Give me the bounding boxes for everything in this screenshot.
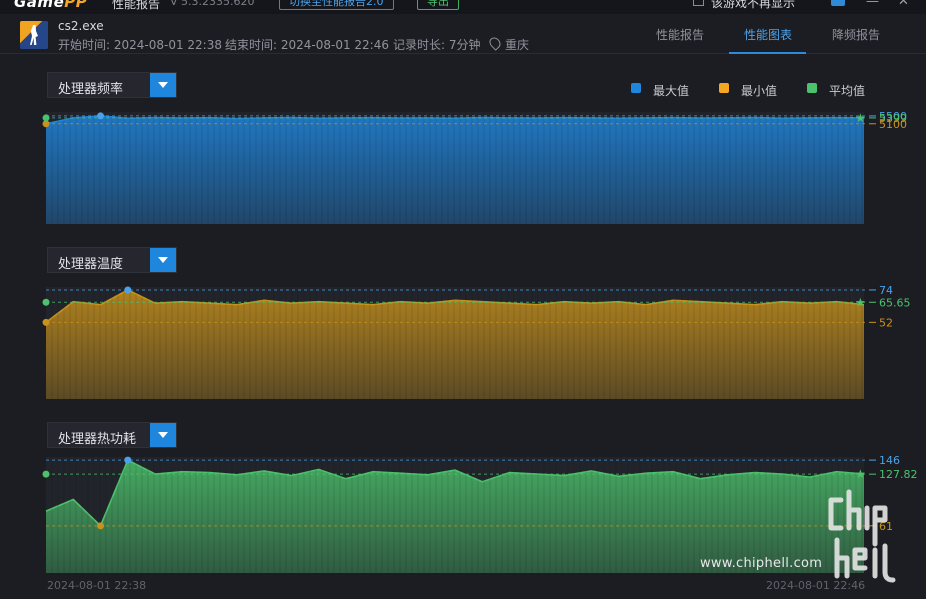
- watermark-text: www.chiphell.com: [700, 556, 823, 571]
- min-value-label: 52: [879, 316, 893, 329]
- min-value-label: 5100: [879, 118, 907, 131]
- charts-canvas: ★ 550053995100★7465.6552★146127.8261: [42, 110, 918, 573]
- avg-marker: [42, 470, 50, 478]
- min-marker: [97, 522, 105, 530]
- max-marker: [97, 112, 105, 120]
- series-area: [46, 115, 864, 224]
- max-marker: [124, 456, 132, 464]
- avg-marker: [42, 114, 50, 122]
- max-marker: [124, 286, 132, 294]
- timeline-start: 2024-08-01 22:38: [47, 579, 147, 592]
- max-value-label: 146: [879, 454, 900, 467]
- avg-end-marker: ★: [855, 295, 866, 309]
- avg-value-label: 65.65: [879, 296, 911, 309]
- min-marker: [42, 318, 50, 326]
- chiphell-logo-icon: [828, 489, 896, 583]
- max-value-label: 74: [879, 284, 893, 297]
- avg-value-label: 127.82: [879, 468, 918, 481]
- avg-end-marker: ★: [855, 467, 866, 481]
- series-area: [46, 289, 864, 399]
- avg-end-marker: ★: [855, 111, 866, 125]
- avg-marker: [42, 298, 50, 306]
